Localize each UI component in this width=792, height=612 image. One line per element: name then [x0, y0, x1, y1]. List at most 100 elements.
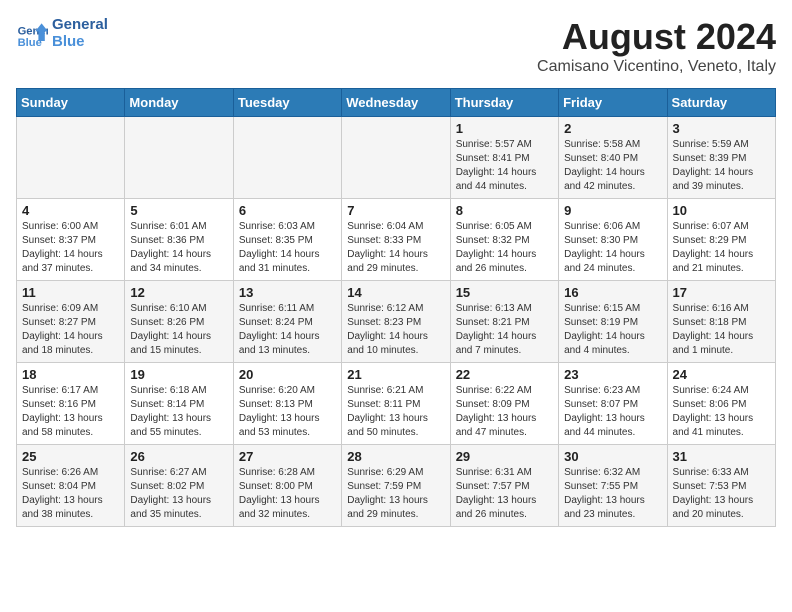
day-number: 30 [564, 449, 661, 464]
calendar-cell: 4 Sunrise: 6:00 AM Sunset: 8:37 PM Daylig… [17, 199, 125, 281]
calendar-cell: 12 Sunrise: 6:10 AM Sunset: 8:26 PM Dayli… [125, 281, 233, 363]
day-number: 8 [456, 203, 553, 218]
calendar-cell [233, 117, 341, 199]
day-number: 19 [130, 367, 227, 382]
day-number: 11 [22, 285, 119, 300]
calendar-cell: 22Sunrise: 6:22 AM Sunset: 8:09 PM Dayli… [450, 363, 558, 445]
day-info: Sunrise: 6:33 AM Sunset: 7:53 PM Dayligh… [673, 466, 770, 522]
day-info: Sunrise: 6:01 AM Sunset: 8:36 PM Dayligh… [130, 220, 227, 276]
calendar-cell: 28 Sunrise: 6:29 AM Sunset: 7:59 PM Dayli… [342, 445, 450, 527]
main-title: August 2024 [537, 16, 776, 58]
day-number: 6 [239, 203, 336, 218]
day-info: Sunrise: 6:07 AM Sunset: 8:29 PM Dayligh… [673, 220, 770, 276]
day-number: 2 [564, 121, 661, 136]
day-info: Sunrise: 6:29 AM Sunset: 7:59 PM Dayligh… [347, 466, 444, 522]
calendar-cell: 3 Sunrise: 5:59 AM Sunset: 8:39 PM Daylig… [667, 117, 775, 199]
day-info: Sunrise: 6:21 AM Sunset: 8:11 PM Dayligh… [347, 384, 444, 440]
day-number: 28 [347, 449, 444, 464]
calendar-week-row: 25Sunrise: 6:26 AM Sunset: 8:04 PM Dayli… [17, 445, 776, 527]
day-info: Sunrise: 6:09 AM Sunset: 8:27 PM Dayligh… [22, 302, 119, 358]
calendar-week-row: 4 Sunrise: 6:00 AM Sunset: 8:37 PM Daylig… [17, 199, 776, 281]
weekday-header-cell: Monday [125, 89, 233, 117]
day-info: Sunrise: 6:17 AM Sunset: 8:16 PM Dayligh… [22, 384, 119, 440]
calendar-cell [342, 117, 450, 199]
calendar-cell: 5 Sunrise: 6:01 AM Sunset: 8:36 PM Daylig… [125, 199, 233, 281]
day-info: Sunrise: 6:13 AM Sunset: 8:21 PM Dayligh… [456, 302, 553, 358]
day-number: 3 [673, 121, 770, 136]
day-info: Sunrise: 6:23 AM Sunset: 8:07 PM Dayligh… [564, 384, 661, 440]
day-info: Sunrise: 6:24 AM Sunset: 8:06 PM Dayligh… [673, 384, 770, 440]
day-info: Sunrise: 6:16 AM Sunset: 8:18 PM Dayligh… [673, 302, 770, 358]
day-info: Sunrise: 6:22 AM Sunset: 8:09 PM Dayligh… [456, 384, 553, 440]
calendar-cell: 16Sunrise: 6:15 AM Sunset: 8:19 PM Dayli… [559, 281, 667, 363]
calendar-cell [17, 117, 125, 199]
day-info: Sunrise: 6:00 AM Sunset: 8:37 PM Dayligh… [22, 220, 119, 276]
day-number: 26 [130, 449, 227, 464]
calendar-cell: 24Sunrise: 6:24 AM Sunset: 8:06 PM Dayli… [667, 363, 775, 445]
calendar-cell: 15Sunrise: 6:13 AM Sunset: 8:21 PM Dayli… [450, 281, 558, 363]
calendar-week-row: 18Sunrise: 6:17 AM Sunset: 8:16 PM Dayli… [17, 363, 776, 445]
calendar-cell: 14 Sunrise: 6:12 AM Sunset: 8:23 PM Dayli… [342, 281, 450, 363]
day-info: Sunrise: 6:32 AM Sunset: 7:55 PM Dayligh… [564, 466, 661, 522]
day-info: Sunrise: 6:31 AM Sunset: 7:57 PM Dayligh… [456, 466, 553, 522]
calendar-cell: 2 Sunrise: 5:58 AM Sunset: 8:40 PM Daylig… [559, 117, 667, 199]
day-info: Sunrise: 6:03 AM Sunset: 8:35 PM Dayligh… [239, 220, 336, 276]
day-number: 21 [347, 367, 444, 382]
weekday-header-cell: Thursday [450, 89, 558, 117]
calendar-cell: 8 Sunrise: 6:05 AM Sunset: 8:32 PM Daylig… [450, 199, 558, 281]
day-info: Sunrise: 6:06 AM Sunset: 8:30 PM Dayligh… [564, 220, 661, 276]
day-number: 1 [456, 121, 553, 136]
day-number: 12 [130, 285, 227, 300]
calendar-cell: 29Sunrise: 6:31 AM Sunset: 7:57 PM Dayli… [450, 445, 558, 527]
logo: General Blue General Blue [16, 16, 108, 51]
calendar-body: 1Sunrise: 5:57 AM Sunset: 8:41 PM Daylig… [17, 117, 776, 527]
day-number: 7 [347, 203, 444, 218]
weekday-header-cell: Wednesday [342, 89, 450, 117]
day-info: Sunrise: 6:27 AM Sunset: 8:02 PM Dayligh… [130, 466, 227, 522]
logo-line2: Blue [52, 33, 108, 50]
day-info: Sunrise: 6:05 AM Sunset: 8:32 PM Dayligh… [456, 220, 553, 276]
day-number: 10 [673, 203, 770, 218]
weekday-header-cell: Friday [559, 89, 667, 117]
calendar-cell: 21 Sunrise: 6:21 AM Sunset: 8:11 PM Dayli… [342, 363, 450, 445]
calendar-cell: 27 Sunrise: 6:28 AM Sunset: 8:00 PM Dayli… [233, 445, 341, 527]
day-info: Sunrise: 5:59 AM Sunset: 8:39 PM Dayligh… [673, 138, 770, 194]
weekday-header-cell: Tuesday [233, 89, 341, 117]
calendar-cell: 18Sunrise: 6:17 AM Sunset: 8:16 PM Dayli… [17, 363, 125, 445]
weekday-header-cell: Sunday [17, 89, 125, 117]
calendar-cell: 13Sunrise: 6:11 AM Sunset: 8:24 PM Dayli… [233, 281, 341, 363]
day-number: 4 [22, 203, 119, 218]
day-info: Sunrise: 6:28 AM Sunset: 8:00 PM Dayligh… [239, 466, 336, 522]
day-info: Sunrise: 6:10 AM Sunset: 8:26 PM Dayligh… [130, 302, 227, 358]
day-number: 17 [673, 285, 770, 300]
calendar-cell: 1Sunrise: 5:57 AM Sunset: 8:41 PM Daylig… [450, 117, 558, 199]
weekday-header-cell: Saturday [667, 89, 775, 117]
page-header: General Blue General Blue August 2024 Ca… [16, 16, 776, 76]
calendar-cell [125, 117, 233, 199]
day-number: 9 [564, 203, 661, 218]
calendar-cell: 9 Sunrise: 6:06 AM Sunset: 8:30 PM Daylig… [559, 199, 667, 281]
calendar-cell: 25Sunrise: 6:26 AM Sunset: 8:04 PM Dayli… [17, 445, 125, 527]
day-number: 14 [347, 285, 444, 300]
calendar-cell: 30 Sunrise: 6:32 AM Sunset: 7:55 PM Dayli… [559, 445, 667, 527]
calendar-cell: 23 Sunrise: 6:23 AM Sunset: 8:07 PM Dayli… [559, 363, 667, 445]
day-number: 23 [564, 367, 661, 382]
calendar-cell: 11 Sunrise: 6:09 AM Sunset: 8:27 PM Dayli… [17, 281, 125, 363]
day-number: 13 [239, 285, 336, 300]
day-number: 5 [130, 203, 227, 218]
calendar-cell: 26 Sunrise: 6:27 AM Sunset: 8:02 PM Dayli… [125, 445, 233, 527]
day-info: Sunrise: 6:12 AM Sunset: 8:23 PM Dayligh… [347, 302, 444, 358]
logo-line1: General [52, 16, 108, 33]
weekday-header-row: SundayMondayTuesdayWednesdayThursdayFrid… [17, 89, 776, 117]
calendar-week-row: 1Sunrise: 5:57 AM Sunset: 8:41 PM Daylig… [17, 117, 776, 199]
calendar-table: SundayMondayTuesdayWednesdayThursdayFrid… [16, 88, 776, 527]
calendar-cell: 6 Sunrise: 6:03 AM Sunset: 8:35 PM Daylig… [233, 199, 341, 281]
day-info: Sunrise: 6:18 AM Sunset: 8:14 PM Dayligh… [130, 384, 227, 440]
title-block: August 2024 Camisano Vicentino, Veneto, … [537, 16, 776, 76]
day-number: 16 [564, 285, 661, 300]
day-number: 27 [239, 449, 336, 464]
day-info: Sunrise: 5:58 AM Sunset: 8:40 PM Dayligh… [564, 138, 661, 194]
day-info: Sunrise: 6:04 AM Sunset: 8:33 PM Dayligh… [347, 220, 444, 276]
calendar-cell: 10 Sunrise: 6:07 AM Sunset: 8:29 PM Dayli… [667, 199, 775, 281]
subtitle: Camisano Vicentino, Veneto, Italy [537, 58, 776, 76]
